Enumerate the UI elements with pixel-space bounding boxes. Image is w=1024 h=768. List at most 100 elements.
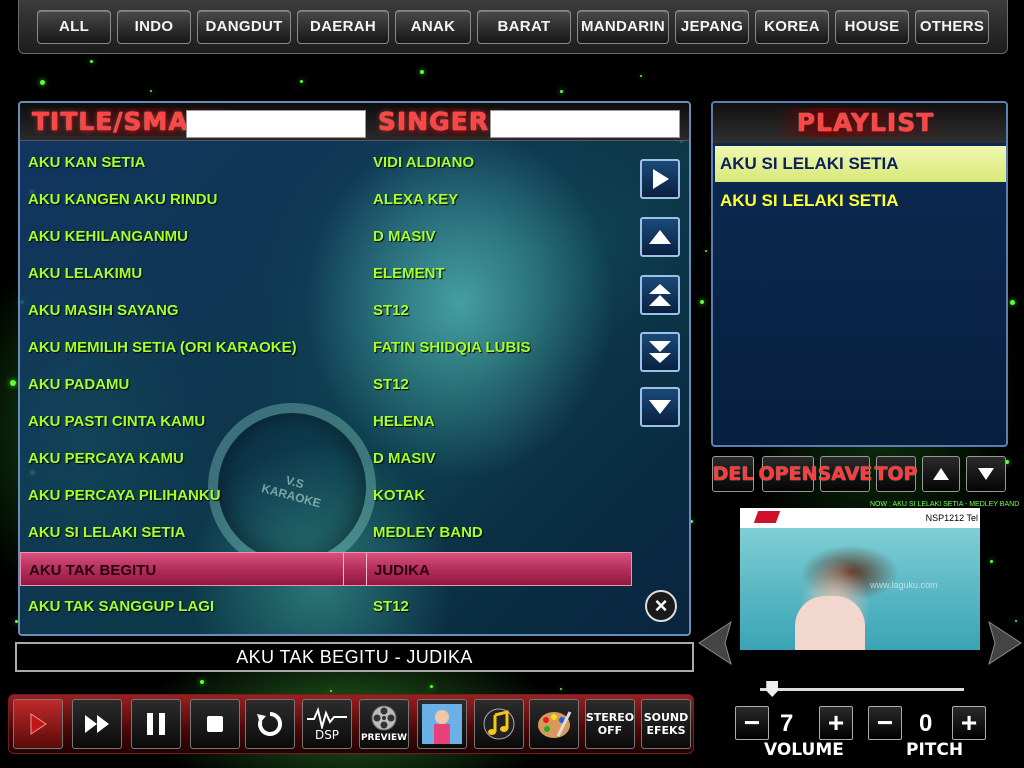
song-title: AKU SI LELAKI SETIA — [28, 524, 186, 541]
sparkle — [90, 60, 93, 63]
song-singer: ST12 — [373, 376, 409, 393]
volume-up-button[interactable]: + — [819, 706, 853, 740]
category-anak[interactable]: ANAK — [395, 9, 471, 44]
playlist-item[interactable]: AKU SI LELAKI SETIA — [715, 146, 1006, 182]
delete-button[interactable]: DEL — [712, 456, 754, 492]
song-row[interactable]: AKU KEHILANGANMU D MASIV — [20, 219, 632, 253]
song-title: AKU MASIH SAYANG — [28, 302, 179, 319]
sparkle — [1010, 300, 1015, 305]
song-title: AKU KANGEN AKU RINDU — [28, 191, 218, 208]
move-down-button[interactable] — [966, 456, 1006, 492]
open-button[interactable]: OPEN — [759, 456, 817, 492]
song-row[interactable]: AKU LELAKIMU ELEMENT — [20, 256, 632, 290]
category-mandarin[interactable]: MANDARIN — [577, 9, 669, 44]
song-singer: ST12 — [373, 302, 409, 319]
arrow-down-icon — [649, 400, 671, 414]
pitch-down-button[interactable]: − — [868, 706, 902, 740]
now-playing-bar: AKU TAK BEGITU - JUDIKA — [15, 642, 694, 672]
song-list-panel: TITLE/SMART SINGERS V.S KARAOKE AKU KAN … — [18, 101, 691, 636]
song-title: AKU TAK SANGGUP LAGI — [28, 598, 215, 615]
song-row[interactable]: AKU MEMILIH SETIA (ORI KARAOKE) FATIN SHI… — [20, 330, 632, 364]
sparkle — [420, 70, 424, 74]
singer-photo-button[interactable] — [417, 699, 467, 749]
stereo-button[interactable]: STEREO OFF — [585, 699, 635, 749]
pitch-label: PITCH — [906, 740, 964, 760]
volume-value: 7 — [780, 710, 794, 737]
category-barat[interactable]: BARAT — [477, 9, 571, 44]
preview-label: PREVIEW — [360, 732, 408, 743]
song-singer: KOTAK — [373, 487, 426, 504]
volume-down-button[interactable]: − — [735, 706, 769, 740]
song-row[interactable]: AKU MASIH SAYANG ST12 — [20, 293, 632, 327]
category-dangdut[interactable]: DANGDUT — [197, 9, 291, 44]
singer-photo-icon — [422, 704, 462, 744]
save-button[interactable]: SAVE — [818, 456, 872, 492]
song-row[interactable]: AKU KANGEN AKU RINDU ALEXA KEY — [20, 182, 632, 216]
song-singer: ELEMENT — [373, 265, 445, 282]
play-selected-button[interactable] — [640, 159, 680, 199]
page-down-button[interactable] — [640, 332, 680, 372]
play-button[interactable] — [13, 699, 63, 749]
song-row[interactable]: AKU KAN SETIA VIDI ALDIANO — [20, 145, 632, 179]
category-house[interactable]: HOUSE — [835, 9, 909, 44]
volume-label: VOLUME — [764, 740, 844, 760]
title-search-input[interactable] — [186, 110, 366, 138]
sparkle — [560, 90, 563, 93]
close-icon[interactable]: × — [645, 590, 677, 622]
category-korea[interactable]: KOREA — [755, 9, 829, 44]
song-singer: D MASIV — [373, 228, 436, 245]
stop-button[interactable] — [190, 699, 240, 749]
theme-palette-button[interactable] — [529, 699, 579, 749]
video-caption: NOW : AKU SI LELAKI SETIA - MEDLEY BAND — [870, 501, 1020, 508]
song-row[interactable]: AKU SI LELAKI SETIA MEDLEY BAND — [20, 515, 632, 549]
category-indo[interactable]: INDO — [117, 9, 191, 44]
preview-button[interactable]: PREVIEW — [359, 699, 409, 749]
playlist-title: PLAYLIST — [772, 108, 947, 137]
music-note-button[interactable] — [474, 699, 524, 749]
page-up-button[interactable] — [640, 275, 680, 315]
song-row[interactable]: AKU TAK BEGITU JUDIKA — [20, 552, 632, 586]
song-singer: ST12 — [373, 598, 409, 615]
repeat-button[interactable] — [245, 699, 295, 749]
move-top-button[interactable]: TOP — [874, 456, 918, 492]
video-preview: NOW : AKU SI LELAKI SETIA - MEDLEY BAND … — [740, 501, 1019, 650]
song-singer: D MASIV — [373, 450, 436, 467]
song-row[interactable]: AKU PASTI CINTA KAMU HELENA — [20, 404, 632, 438]
song-title: AKU PADAMU — [28, 376, 130, 393]
category-jepang[interactable]: JEPANG — [675, 9, 749, 44]
pitch-up-button[interactable]: + — [952, 706, 986, 740]
sound-label: SOUND — [643, 711, 689, 724]
sparkle — [200, 680, 204, 684]
song-row[interactable]: AKU PERCAYA KAMU D MASIV — [20, 441, 632, 475]
category-others[interactable]: OTHERS — [915, 9, 989, 44]
song-row[interactable]: AKU PERCAYA PILIHANKU KOTAK — [20, 478, 632, 512]
dsp-button[interactable]: DSP — [302, 699, 352, 749]
sound-effects-button[interactable]: SOUND EFEKS — [641, 699, 691, 749]
song-singer: MEDLEY BAND — [373, 524, 483, 541]
sparkle — [430, 685, 433, 688]
effects-label: EFEKS — [646, 724, 686, 737]
pitch-value: 0 — [919, 710, 933, 737]
singer-search-input[interactable] — [490, 110, 680, 138]
pause-button[interactable] — [131, 699, 181, 749]
pause-icon — [147, 713, 165, 735]
playlist-panel: PLAYLIST AKU SI LELAKI SETIA AKU SI LELA… — [711, 101, 1008, 447]
move-up-button[interactable] — [922, 456, 960, 492]
volume-slider-track[interactable] — [760, 688, 964, 691]
category-bar: ALL INDO DANGDUT DAERAH ANAK BARAT MANDA… — [18, 0, 1008, 54]
music-note-icon — [483, 708, 515, 740]
scroll-down-button[interactable] — [640, 387, 680, 427]
song-title: AKU PERCAYA PILIHANKU — [28, 487, 221, 504]
playlist-item[interactable]: AKU SI LELAKI SETIA — [715, 183, 1006, 219]
category-all[interactable]: ALL — [37, 9, 111, 44]
play-icon — [30, 713, 47, 735]
song-singer: FATIN SHIDQIA LUBIS — [373, 339, 531, 356]
category-daerah[interactable]: DAERAH — [297, 9, 389, 44]
song-row[interactable]: AKU TAK SANGGUP LAGI ST12 — [20, 589, 632, 623]
song-row[interactable]: AKU PADAMU ST12 — [20, 367, 632, 401]
scroll-up-button[interactable] — [640, 217, 680, 257]
transport-toolbar: DSP PREVIEW STEREO OFF SOUND EFEKS — [8, 694, 694, 754]
next-button[interactable] — [72, 699, 122, 749]
sparkle — [10, 380, 16, 386]
video-watermark: www.laguku.com — [870, 580, 938, 590]
